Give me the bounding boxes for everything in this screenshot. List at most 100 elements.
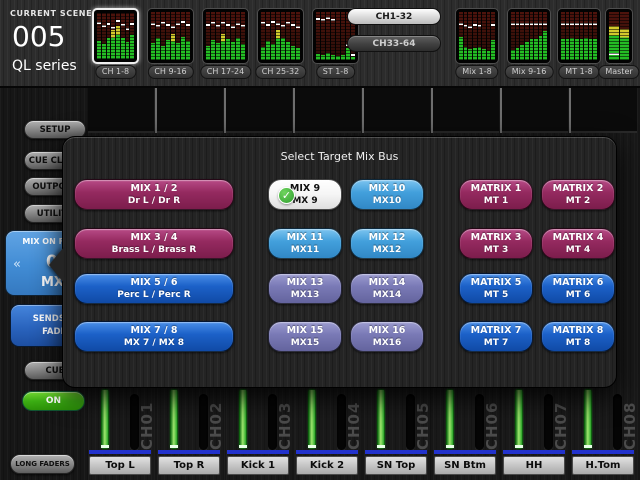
level-meter (286, 12, 290, 60)
channel-fader[interactable] (378, 390, 384, 448)
meter-block-ch-9-16[interactable] (147, 8, 194, 64)
bus-button-sub: MT 3 (460, 244, 532, 256)
mix-bus-button-mix-11[interactable]: MIX 11MX11 (268, 228, 342, 259)
channel-fader[interactable] (102, 390, 108, 448)
meter-block-mt-1-8[interactable] (557, 8, 601, 64)
meter-block-ch-17-24[interactable] (202, 8, 249, 64)
meter-block-label: CH 17-24 (200, 65, 251, 79)
meter-green-fill (166, 40, 170, 60)
mix-bus-button-mix-14[interactable]: MIX 14MX14 (350, 273, 424, 304)
mix-bus-button-mix-7-8[interactable]: MIX 7 / 8MX 7 / MX 8 (74, 321, 234, 352)
level-meter (166, 12, 170, 60)
bus-button-title: MIX 1 / 2 (75, 183, 233, 195)
meter-green-fill (539, 36, 543, 60)
channel-name-plate[interactable]: H.Tom (572, 456, 634, 475)
meter-block-label: Mix 9-16 (505, 65, 554, 79)
channel-fader[interactable] (585, 390, 591, 448)
meter-green-fill (161, 46, 165, 60)
meter-bars (561, 12, 597, 60)
bus-button-sub: MX14 (351, 289, 423, 301)
meter-peak-mark (286, 22, 290, 24)
check-icon: ✓ (278, 187, 295, 204)
channel-meter-cell (157, 88, 223, 133)
bus-button-sub: MT 4 (542, 244, 614, 256)
mix-bus-button-matrix-7[interactable]: MATRIX 7MT 7 (459, 321, 533, 352)
meter-peak-mark (459, 23, 463, 25)
channel-name-plate[interactable]: Top L (89, 456, 151, 475)
channel-fader[interactable] (240, 390, 246, 448)
channel-fader-cap (377, 445, 385, 448)
channel-fader[interactable] (171, 390, 177, 448)
meter-green-fill (525, 42, 529, 60)
channel-name-plate[interactable]: HH (503, 456, 565, 475)
meter-block-label: MT 1-8 (558, 65, 599, 79)
meter-green-fill (226, 39, 230, 60)
mix-bus-button-matrix-8[interactable]: MATRIX 8MT 8 (541, 321, 615, 352)
mix-bus-button-mix-9[interactable]: MIX 9MX 9✓ (268, 179, 342, 210)
meter-green-fill (478, 47, 482, 60)
channel-name-plate[interactable]: Kick 2 (296, 456, 358, 475)
meter-block-mix-9-16[interactable] (507, 8, 551, 64)
channel-fader[interactable] (309, 390, 315, 448)
meter-peak-mark (166, 24, 170, 26)
on-button[interactable]: ON (22, 391, 85, 411)
level-meter (221, 12, 225, 60)
meter-block-ch-1-8[interactable] (92, 8, 139, 64)
meter-block-ch-25-32[interactable] (257, 8, 304, 64)
meter-peak-mark (107, 23, 111, 25)
current-scene-label: CURRENT SCENE (10, 9, 92, 18)
meter-peak-mark (296, 26, 300, 28)
channel-fader[interactable] (447, 390, 453, 448)
bank-button-ch33-64[interactable]: CH33-64 (347, 35, 441, 52)
mix-bus-button-mix-13[interactable]: MIX 13MX13 (268, 273, 342, 304)
bank-button-ch1-32[interactable]: CH1-32 (347, 8, 441, 25)
mix-bus-button-mix-15[interactable]: MIX 15MX15 (268, 321, 342, 352)
level-meter (231, 12, 235, 60)
bus-button-title: MIX 14 (351, 277, 423, 289)
meter-peak-mark (525, 23, 529, 25)
bus-button-title: MIX 5 / 6 (75, 277, 233, 289)
bus-button-sub: MT 5 (460, 289, 532, 301)
meter-block-master[interactable] (605, 8, 633, 64)
level-meter (464, 12, 468, 60)
mix-bus-button-matrix-4[interactable]: MATRIX 4MT 4 (541, 228, 615, 259)
bus-button-title: MIX 3 / 4 (75, 232, 233, 244)
meter-green-fill (575, 39, 579, 60)
mix-bus-button-mix-12[interactable]: MIX 12MX12 (350, 228, 424, 259)
long-faders-button[interactable]: LONG FADERS (10, 454, 75, 474)
meter-green-fill (291, 46, 295, 60)
level-meter (459, 12, 463, 60)
mix-bus-button-mix-10[interactable]: MIX 10MX10 (350, 179, 424, 210)
scene-number[interactable]: 005 (12, 20, 65, 53)
bus-button-sub: MX11 (269, 244, 341, 256)
meter-peak-mark (176, 23, 180, 25)
mix-bus-button-matrix-1[interactable]: MATRIX 1MT 1 (459, 179, 533, 210)
meter-peak-mark (102, 25, 106, 27)
collapse-chevron-icon[interactable]: « (13, 257, 21, 272)
channel-fader-cap (101, 445, 109, 448)
mix-bus-button-matrix-6[interactable]: MATRIX 6MT 6 (541, 273, 615, 304)
ql-stagemix-app: CH01Top LCH02Top RCH03Kick 1CH04Kick 2CH… (0, 0, 640, 480)
channel-fader[interactable] (516, 390, 522, 448)
mix-bus-button-matrix-5[interactable]: MATRIX 5MT 5 (459, 273, 533, 304)
channel-name-plate[interactable]: SN Top (365, 456, 427, 475)
meter-peak-mark (570, 23, 574, 25)
channel-name-plate[interactable]: Kick 1 (227, 456, 289, 475)
mix-bus-button-mix-1-2[interactable]: MIX 1 / 2Dr L / Dr R (74, 179, 234, 210)
mix-bus-button-matrix-3[interactable]: MATRIX 3MT 3 (459, 228, 533, 259)
meter-peak-mark (186, 24, 190, 26)
level-meter (491, 12, 495, 60)
level-meter (511, 12, 515, 60)
channel-name-plate[interactable]: SN Btm (434, 456, 496, 475)
mix-bus-button-mix-3-4[interactable]: MIX 3 / 4Brass L / Brass R (74, 228, 234, 259)
bus-button-sub: MT 6 (542, 289, 614, 301)
channel-name-plate[interactable]: Top R (158, 456, 220, 475)
channel-color-bar (89, 450, 151, 454)
mix-bus-button-mix-16[interactable]: MIX 16MX16 (350, 321, 424, 352)
meter-block-label: Mix 1-8 (455, 65, 498, 79)
meter-peak-mark (261, 22, 265, 24)
mix-bus-button-matrix-2[interactable]: MATRIX 2MT 2 (541, 179, 615, 210)
meter-block-mix-1-8[interactable] (455, 8, 499, 64)
mix-bus-button-mix-5-6[interactable]: MIX 5 / 6Perc L / Perc R (74, 273, 234, 304)
level-meter (566, 12, 570, 60)
